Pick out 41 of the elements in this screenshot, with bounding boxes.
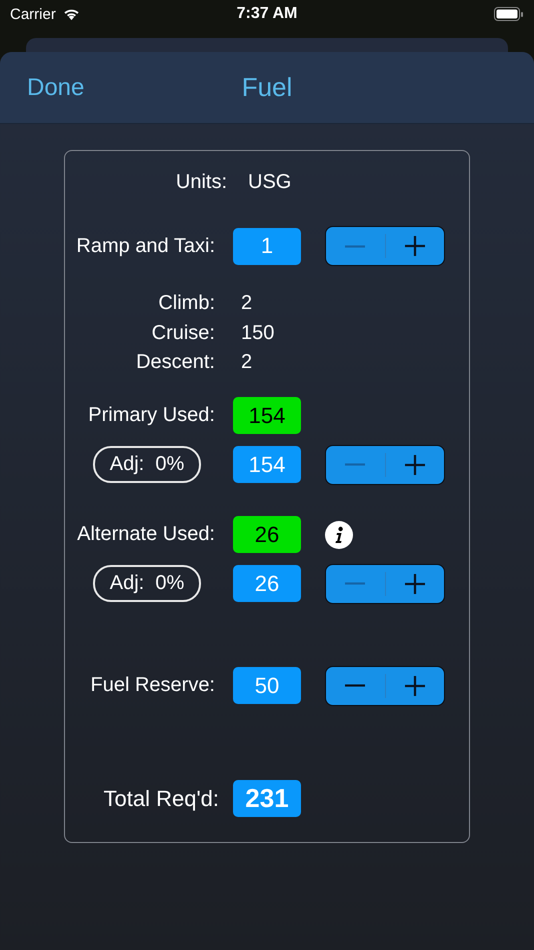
info-icon[interactable] — [325, 520, 353, 548]
value-field: 26 — [233, 516, 301, 553]
value-field: 154 — [233, 446, 301, 483]
plus-icon — [404, 236, 425, 256]
value-field: 154 — [233, 397, 301, 434]
phase-label: Descent: — [135, 351, 215, 374]
plus-icon — [404, 676, 425, 696]
row-label: Ramp and Taxi: — [76, 234, 215, 258]
units-label: Units: — [174, 170, 227, 194]
phase-label: Climb: — [157, 292, 215, 316]
stepper-control[interactable] — [325, 226, 445, 266]
row-label: Primary Used: — [88, 404, 215, 427]
carrier-label: Carrier — [10, 6, 56, 22]
nav-title: Fuel — [240, 72, 294, 103]
row-label: Alternate Used: — [77, 523, 215, 546]
value-field: 50 — [233, 667, 301, 704]
stepper-control[interactable] — [325, 444, 445, 484]
phase-value: 150 — [241, 322, 274, 345]
adjust-button[interactable]: Adj: 0% — [93, 446, 201, 483]
row-label: Fuel Reserve: — [90, 674, 215, 697]
row-label: Total Req'd: — [104, 786, 219, 812]
minus-icon — [345, 244, 366, 248]
minus-icon — [345, 582, 366, 585]
value-field: 231 — [233, 780, 301, 817]
done-button[interactable]: Done — [27, 74, 84, 102]
phase-value: 2 — [241, 292, 252, 316]
stepper-control[interactable] — [325, 666, 445, 706]
stepper-control[interactable] — [325, 564, 445, 604]
value-field: 1 — [233, 228, 301, 264]
units-value: USG — [248, 170, 292, 194]
phase-value: 2 — [241, 351, 252, 374]
minus-icon — [345, 463, 366, 466]
minus-icon — [345, 684, 366, 687]
status-time: 7:37 AM — [236, 5, 298, 23]
wifi-icon — [62, 7, 81, 21]
battery-icon — [494, 6, 524, 22]
plus-icon — [404, 574, 425, 594]
adjust-button[interactable]: Adj: 0% — [93, 565, 201, 602]
plus-icon — [404, 454, 425, 474]
phase-label: Cruise: — [150, 322, 215, 345]
value-field: 26 — [233, 565, 301, 602]
